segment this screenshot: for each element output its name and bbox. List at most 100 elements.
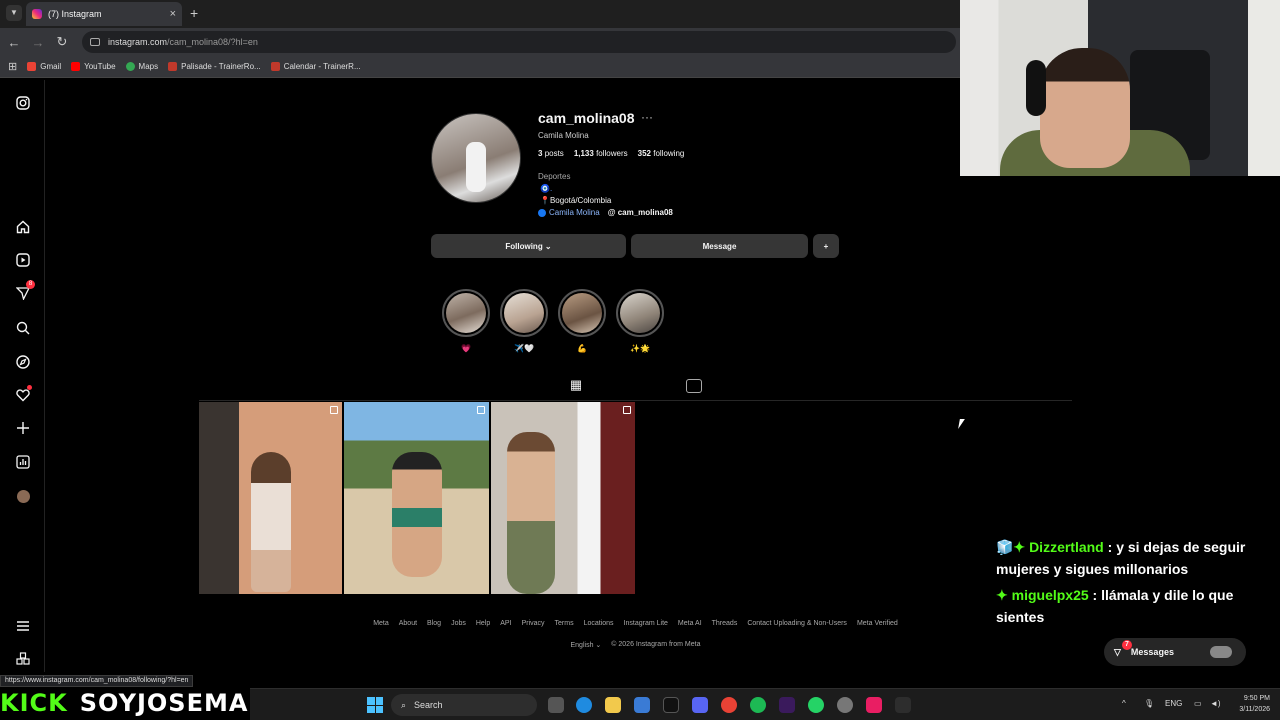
trainerroad-icon [270,62,280,71]
footer-link[interactable]: Blog [427,620,441,627]
premiere-icon[interactable] [779,697,795,713]
home-icon[interactable] [14,218,32,236]
chat-username: Dizzertland [1029,539,1104,555]
kick-overlay: KICK SOYJOSEMA [0,688,248,718]
tab-search-button[interactable]: ▼ [6,5,22,21]
stream-chat: 🧊✦ Dizzertland : y si dejas de seguir mu… [996,536,1266,628]
task-view-icon[interactable] [548,697,564,713]
file-explorer-icon[interactable] [605,697,621,713]
spotify-icon[interactable] [750,697,766,713]
messages-icon[interactable]: 8 [14,280,35,302]
discord-icon[interactable] [692,697,708,713]
webcam-overlay [960,0,1280,176]
following-button[interactable]: Following ⌄ [431,234,626,258]
footer-link[interactable]: About [399,620,417,627]
footer-link[interactable]: Threads [712,620,738,627]
bookmark-maps[interactable]: Maps [125,62,158,71]
profile-links: Camila Molina @ cam_molina08 [538,208,673,217]
avatar-stack [1210,646,1232,658]
app-icon[interactable] [866,697,882,713]
tray-chevron-icon[interactable]: ^ [1122,699,1126,708]
volume-icon[interactable]: ◄) [1210,699,1221,708]
grid-icon: ▦ [569,377,583,392]
new-tab-button[interactable]: + [190,5,198,21]
apps-icon[interactable]: ⊞ [8,60,17,73]
tab-posts[interactable]: ▦ [560,377,592,401]
language-indicator[interactable]: ENG [1165,699,1182,708]
story-highlight[interactable] [616,289,664,337]
network-icon[interactable]: ▭ [1194,699,1202,708]
footer-link[interactable]: Help [476,620,490,627]
story-highlight[interactable] [442,289,490,337]
edge-icon[interactable] [576,697,592,713]
followers-link[interactable]: 1,133 followers [574,149,628,158]
messages-label: Messages [1130,647,1174,657]
menu-icon[interactable] [14,617,32,635]
dashboard-icon[interactable] [14,453,32,471]
post-thumbnail[interactable] [199,402,342,594]
bookmark-youtube[interactable]: YouTube [71,62,116,71]
browser-tab[interactable]: (7) Instagram × [26,2,182,26]
footer-link[interactable]: Instagram Lite [624,620,668,627]
story-highlight[interactable] [558,289,606,337]
reload-button[interactable]: ↻ [52,34,72,50]
store-icon[interactable] [634,697,650,713]
address-bar[interactable]: instagram.com/cam_molina08/?hl=en [82,31,956,53]
message-button[interactable]: Message [631,234,808,258]
avatar[interactable] [14,487,32,505]
back-button[interactable]: ← [4,35,24,50]
clock-date: 3/11/2026 [1239,706,1270,713]
tiktok-icon[interactable] [663,697,679,713]
notifications-icon[interactable] [14,385,32,404]
webcam-person-head [1040,48,1130,168]
bookmark-calendar[interactable]: Calendar - TrainerR... [270,62,361,71]
story-highlight[interactable] [500,289,548,337]
instagram-sidebar: 8 [0,80,45,672]
add-user-button[interactable]: + [813,234,839,258]
language-select[interactable]: English ⌄ [571,641,602,649]
mic-icon[interactable]: 🎙 [1144,699,1154,708]
explore-icon[interactable] [14,353,32,371]
chrome-icon[interactable] [721,697,737,713]
footer-link[interactable]: Privacy [522,620,545,627]
footer-link[interactable]: Jobs [451,620,466,627]
whatsapp-icon[interactable] [808,697,824,713]
footer-link[interactable]: Meta AI [678,620,702,627]
post-thumbnail[interactable] [491,402,635,594]
posts-count: 3 posts [538,149,564,158]
messages-button[interactable]: ▽ 7 Messages [1104,638,1246,666]
clock[interactable]: 9:50 PM 3/11/2026 [1239,693,1270,715]
footer-link[interactable]: API [500,620,511,627]
threads-link[interactable]: @ cam_molina08 [608,208,673,217]
terminal-icon[interactable] [895,697,911,713]
facebook-link[interactable]: Camila Molina [538,208,600,217]
footer-link[interactable]: Terms [555,620,574,627]
more-apps-icon[interactable] [14,650,32,668]
footer-link[interactable]: Contact Uploading & Non-Users [747,620,847,627]
footer-link[interactable]: Meta [373,620,389,627]
notification-badge: 8 [26,280,35,289]
site-info-icon[interactable] [90,38,100,46]
close-tab-icon[interactable]: × [170,8,176,20]
settings-icon[interactable] [837,697,853,713]
search-icon[interactable] [14,319,32,337]
chat-badge-icon: 🧊✦ [996,539,1026,555]
profile-picture[interactable] [431,113,521,203]
create-icon[interactable] [14,419,32,437]
following-link[interactable]: 352 following [638,149,685,158]
footer-link[interactable]: Meta Verified [857,620,898,627]
footer-link[interactable]: Locations [584,620,614,627]
reels-icon[interactable] [14,251,32,269]
chat-message: 🧊✦ Dizzertland : y si dejas de seguir mu… [996,536,1266,580]
bookmark-gmail[interactable]: Gmail [27,62,61,71]
post-thumbnail[interactable] [344,402,489,594]
bookmark-palisade[interactable]: Palisade - TrainerRo... [168,62,261,71]
start-icon[interactable] [367,697,383,713]
taskbar-search[interactable]: ⌕ Search [391,694,537,716]
instagram-icon[interactable] [14,94,32,112]
options-button[interactable]: ··· [641,110,653,124]
forward-button[interactable]: → [28,35,48,50]
tab-tagged[interactable] [686,379,702,393]
profile-full-name: Camila Molina [538,131,589,140]
profile-username: cam_molina08 [538,110,635,126]
